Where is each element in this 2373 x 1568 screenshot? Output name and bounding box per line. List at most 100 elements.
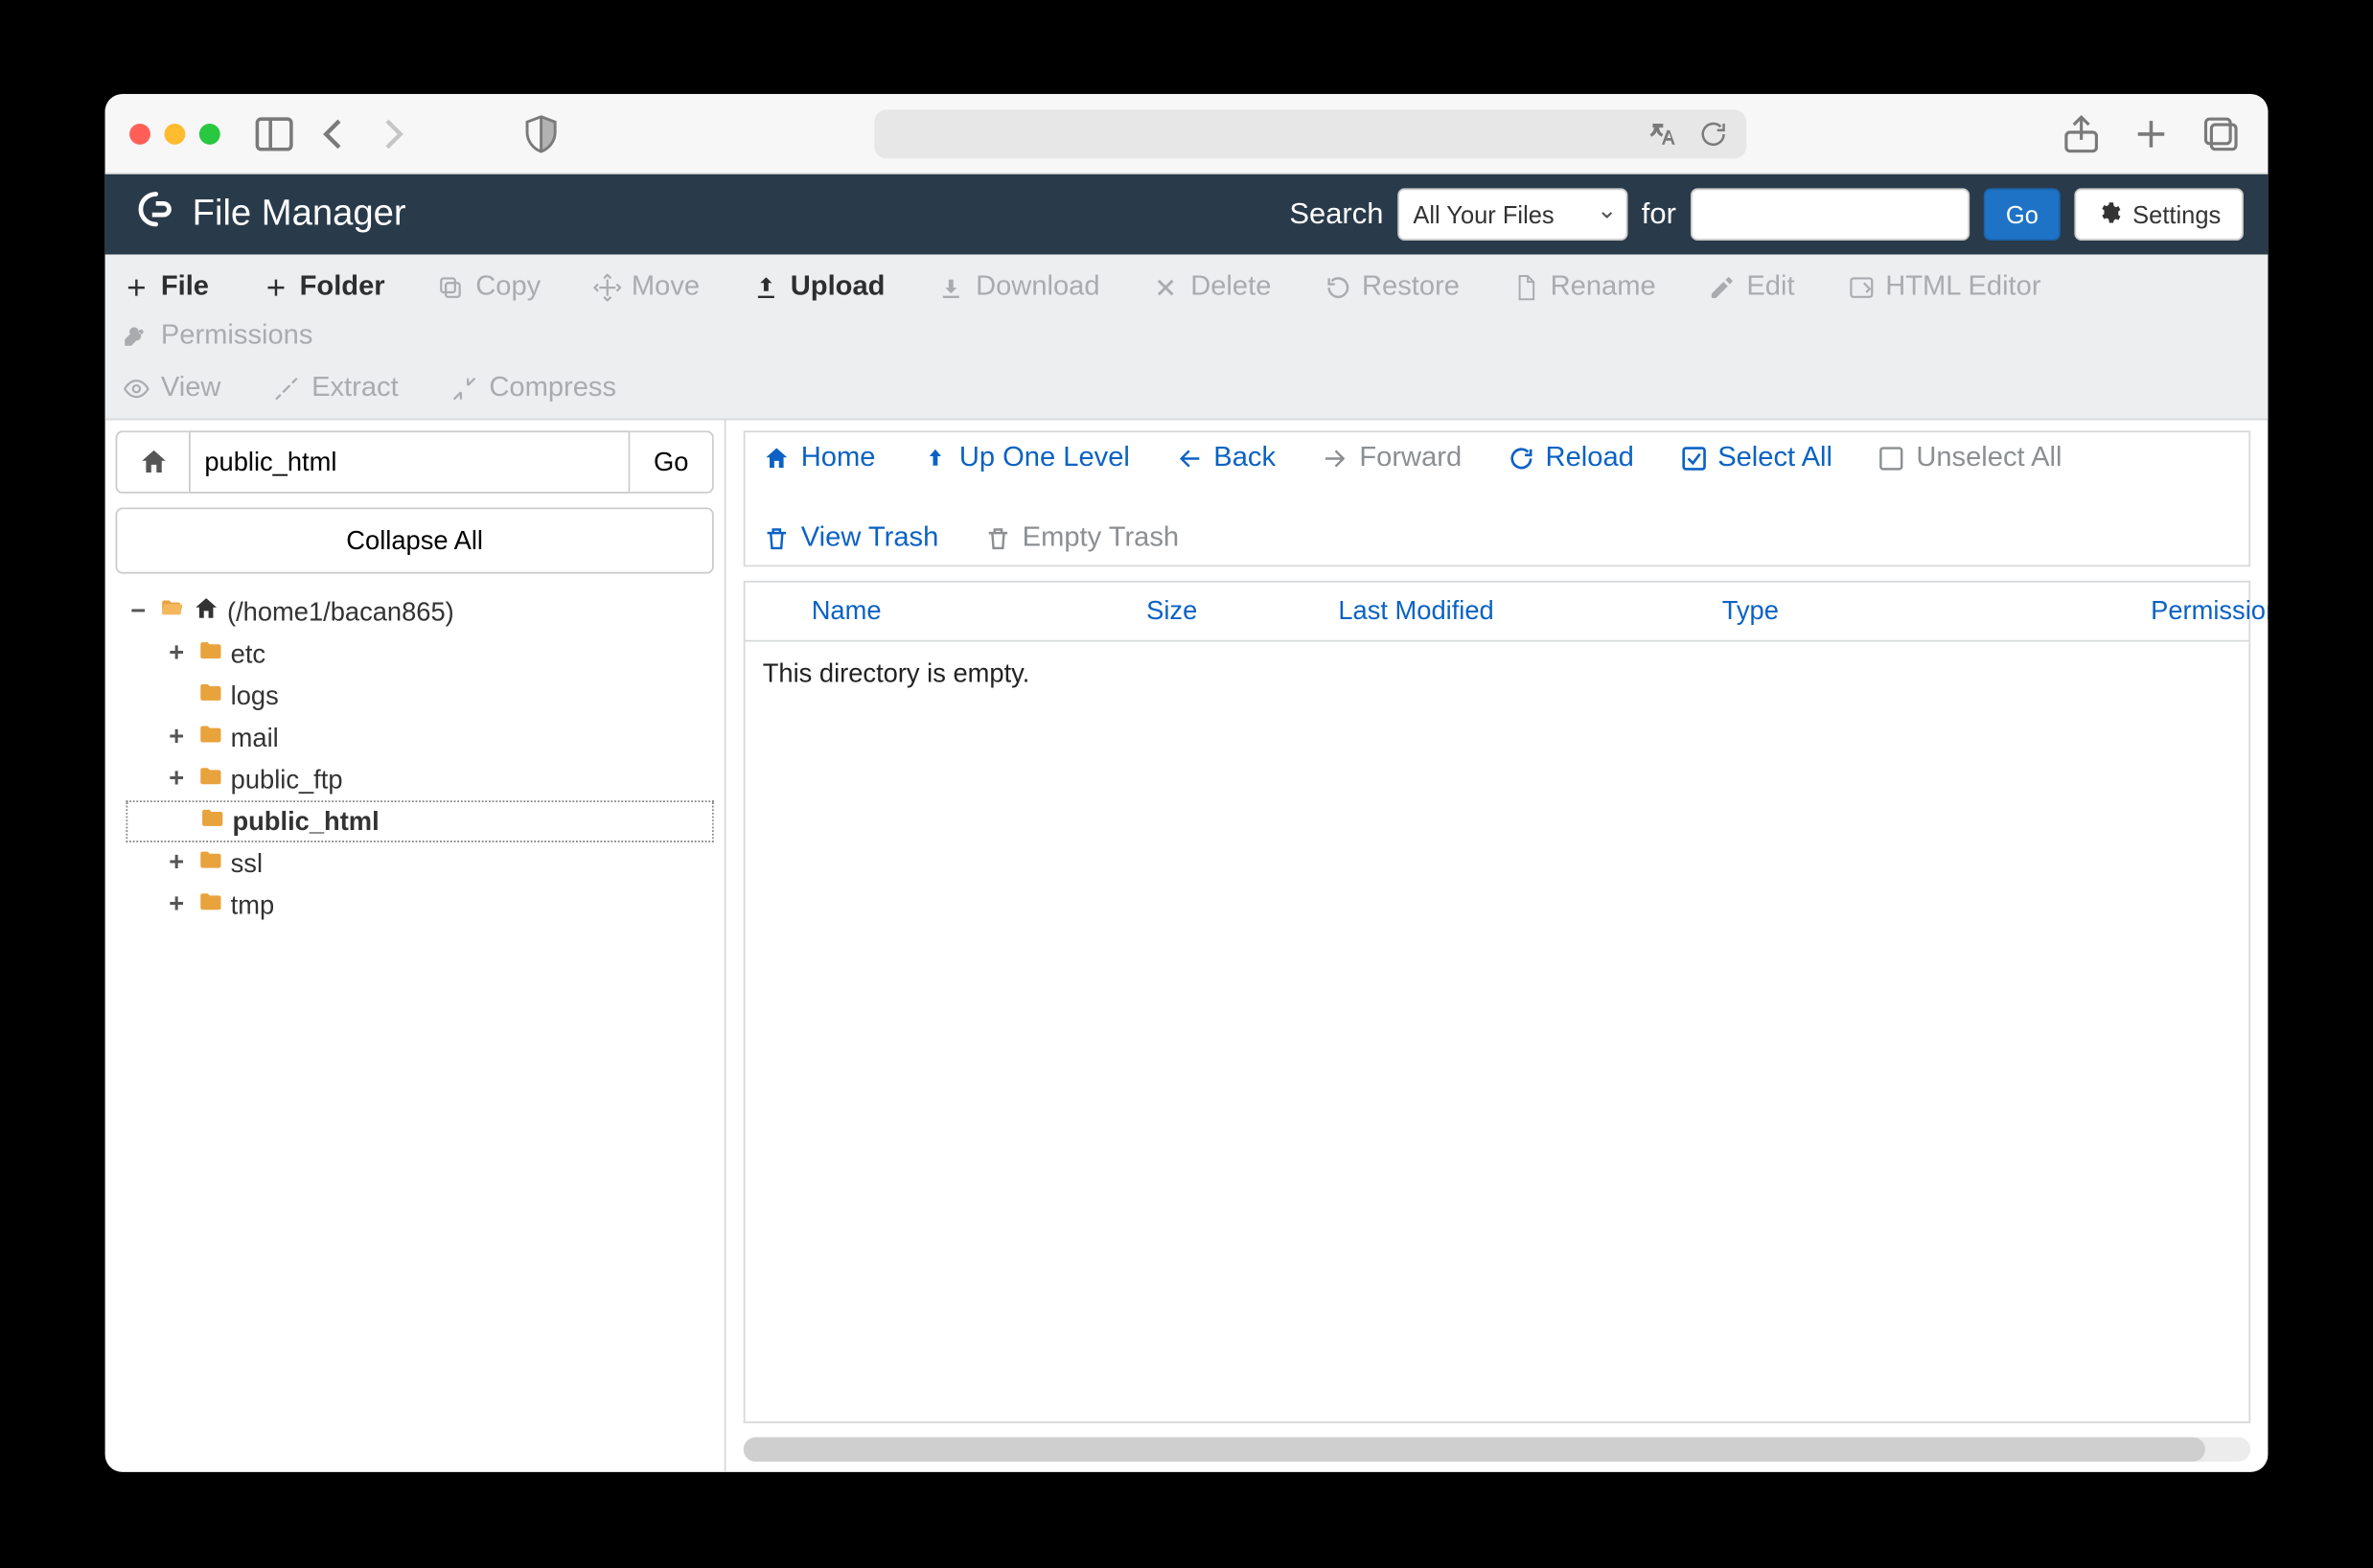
permissions-button[interactable]: Permissions [112, 313, 323, 358]
collapse-all-button[interactable]: Collapse All [116, 507, 714, 573]
minimize-window-dot[interactable] [164, 123, 185, 144]
tree-item-logs[interactable]: logs [126, 675, 713, 717]
nav-home[interactable]: Home [763, 443, 876, 474]
col-name[interactable]: Name [763, 596, 1146, 626]
reload-icon[interactable] [1697, 118, 1729, 150]
folder-icon [196, 847, 223, 879]
browser-back-icon[interactable] [311, 110, 356, 155]
tabs-icon[interactable] [2199, 110, 2244, 155]
tree-root[interactable]: − (/home1/bacan865) [126, 591, 713, 634]
nav-back-label: Back [1213, 443, 1276, 474]
close-window-dot[interactable] [129, 123, 150, 144]
path-go-button[interactable]: Go [630, 430, 713, 494]
nav-home-label: Home [801, 443, 876, 474]
settings-button[interactable]: Settings [2075, 188, 2244, 241]
shield-icon[interactable] [520, 112, 563, 154]
tree-item-tmp[interactable]: +tmp [126, 885, 713, 927]
search-go-button[interactable]: Go [1983, 188, 2061, 241]
collapse-icon[interactable]: − [126, 597, 150, 627]
new-tab-icon[interactable] [2129, 110, 2174, 155]
tree-root-label: (/home1/bacan865) [227, 597, 454, 627]
tree-item-label: etc [231, 639, 265, 669]
listing-pane: Home Up One Level Back Forward Reload Se… [726, 420, 2269, 1471]
zoom-window-dot[interactable] [199, 123, 220, 144]
home-path-button[interactable] [116, 430, 189, 494]
upload-label: Upload [791, 272, 886, 304]
restore-button[interactable]: Restore [1313, 265, 1470, 310]
search-scope-select[interactable]: All Your Files [1397, 188, 1627, 241]
expand-icon[interactable]: + [164, 848, 188, 878]
edit-button[interactable]: Edit [1697, 265, 1805, 310]
nav-view-trash[interactable]: View Trash [763, 523, 939, 555]
listing-header: Name Size Last Modified Type Permission [744, 581, 2250, 642]
move-label: Move [632, 272, 700, 304]
empty-directory-message: This directory is empty. [763, 659, 1030, 689]
view-button[interactable]: View [112, 366, 231, 411]
nav-reload[interactable]: Reload [1508, 443, 1634, 474]
nav-unselect-all-label: Unselect All [1916, 443, 2062, 474]
folder-icon [196, 889, 223, 921]
copy-label: Copy [475, 272, 541, 304]
search-input[interactable] [1690, 188, 1969, 241]
browser-forward-icon[interactable] [370, 110, 415, 155]
delete-button[interactable]: Delete [1141, 265, 1281, 310]
nav-up[interactable]: Up One Level [921, 443, 1130, 474]
permissions-label: Permissions [161, 321, 313, 353]
nav-unselect-all[interactable]: Unselect All [1878, 443, 2062, 474]
download-label: Download [976, 272, 1100, 304]
search-for-label: for [1642, 196, 1676, 231]
main-split: Go Collapse All − (/home1/bacan865) + etc… [105, 420, 2269, 1471]
path-input[interactable] [189, 430, 630, 494]
expand-icon[interactable]: + [164, 765, 188, 795]
cpanel-header: File Manager Search All Your Files for G… [105, 174, 2269, 255]
tree-item-publichtml[interactable]: public_html [126, 800, 713, 842]
compress-button[interactable]: Compress [440, 366, 627, 411]
path-row: Go [116, 430, 714, 494]
gear-icon [2098, 199, 2122, 229]
nav-forward-label: Forward [1359, 443, 1462, 474]
col-size[interactable]: Size [1146, 596, 1338, 626]
move-button[interactable]: Move [583, 265, 710, 310]
tree-item-ssl[interactable]: +ssl [126, 842, 713, 885]
tree-item-publicftp[interactable]: + public_ftp [126, 759, 713, 801]
folder-icon [196, 638, 223, 670]
traffic-lights [129, 123, 220, 144]
browser-window: File Manager Search All Your Files for G… [105, 94, 2269, 1472]
col-type[interactable]: Type [1722, 596, 2071, 626]
listing-nav: Home Up One Level Back Forward Reload Se… [744, 430, 2250, 566]
tree-pane: Go Collapse All − (/home1/bacan865) + etc… [105, 420, 726, 1471]
download-button[interactable]: Download [927, 265, 1110, 310]
nav-select-all[interactable]: Select All [1679, 443, 1832, 474]
rename-button[interactable]: Rename [1502, 265, 1667, 310]
header-search-area: Search All Your Files for Go Settings [1289, 188, 2244, 241]
tree-item-label: logs [231, 681, 279, 711]
copy-button[interactable]: Copy [426, 265, 551, 310]
new-folder-button[interactable]: Folder [251, 265, 396, 310]
new-file-button[interactable]: File [112, 265, 219, 310]
expand-icon[interactable]: + [164, 723, 188, 752]
share-icon[interactable] [2059, 110, 2104, 155]
tree-item-etc[interactable]: + etc [126, 633, 713, 675]
url-bar[interactable] [874, 109, 1746, 158]
tree-item-label: mail [231, 723, 279, 752]
sidebar-icon[interactable] [251, 110, 296, 155]
tree-item-label: public_html [232, 807, 379, 837]
search-label: Search [1289, 196, 1383, 231]
col-last-modified[interactable]: Last Modified [1338, 596, 1721, 626]
upload-button[interactable]: Upload [742, 265, 896, 310]
tree-item-mail[interactable]: + mail [126, 717, 713, 759]
expand-icon[interactable]: + [164, 890, 188, 920]
translate-icon[interactable] [1648, 118, 1680, 150]
nav-forward[interactable]: Forward [1321, 443, 1462, 474]
extract-button[interactable]: Extract [263, 366, 409, 411]
folder-icon [196, 764, 223, 796]
tree-item-label: public_ftp [231, 765, 343, 795]
nav-empty-trash[interactable]: Empty Trash [984, 523, 1179, 555]
col-permissions[interactable]: Permission [2071, 596, 2269, 626]
html-editor-button[interactable]: HTML Editor [1836, 265, 2051, 310]
folder-open-icon [157, 596, 185, 628]
nav-back[interactable]: Back [1175, 443, 1276, 474]
expand-icon[interactable]: + [164, 639, 188, 669]
folder-icon [196, 722, 223, 753]
horizontal-scrollbar[interactable] [744, 1438, 2250, 1462]
